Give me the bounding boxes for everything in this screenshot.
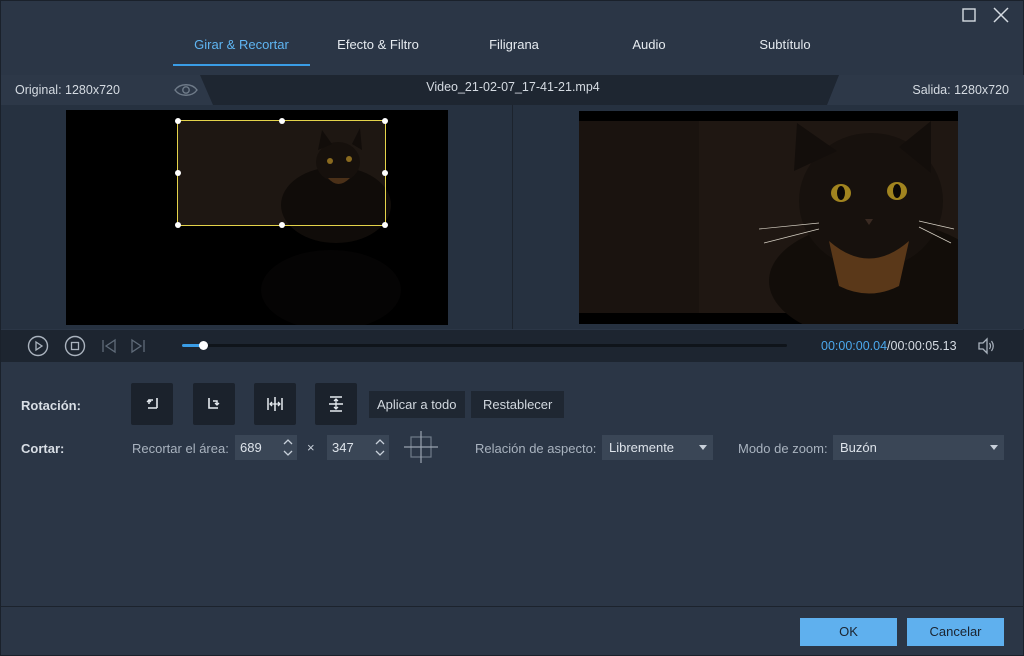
increment-icon[interactable] bbox=[283, 438, 293, 446]
seek-slider[interactable] bbox=[182, 341, 787, 350]
output-video-frame bbox=[579, 111, 958, 324]
aspect-ratio-value: Libremente bbox=[609, 440, 675, 455]
crop-height-value: 347 bbox=[332, 440, 354, 455]
current-time: 00:00:00.04 bbox=[821, 339, 888, 353]
rotate-left-icon bbox=[146, 398, 158, 409]
play-icon[interactable] bbox=[27, 335, 49, 357]
cancel-button[interactable]: Cancelar bbox=[907, 618, 1004, 646]
zoom-mode-value: Buzón bbox=[840, 440, 877, 455]
output-resolution: Salida: 1280x720 bbox=[912, 83, 1009, 97]
crop-height-stepper[interactable]: 347 bbox=[327, 435, 389, 460]
decrement-icon[interactable] bbox=[375, 449, 385, 457]
close-icon[interactable] bbox=[991, 5, 1011, 25]
rotation-label: Rotación: bbox=[21, 398, 81, 413]
volume-icon[interactable] bbox=[976, 336, 996, 356]
rotate-right-icon bbox=[208, 398, 220, 409]
time-display: 00:00:00.04/00:00:05.13 bbox=[821, 339, 957, 353]
rotate-right-button[interactable] bbox=[193, 383, 235, 425]
crop-handle[interactable] bbox=[382, 170, 388, 176]
tab-effect-filter[interactable]: Efecto & Filtro bbox=[319, 27, 437, 67]
crop-handle[interactable] bbox=[278, 222, 285, 228]
apply-to-all-button[interactable]: Aplicar a todo bbox=[369, 391, 465, 418]
tab-subtitle[interactable]: Subtítulo bbox=[743, 27, 827, 67]
center-crop-icon[interactable] bbox=[404, 431, 438, 463]
tab-rotate-crop[interactable]: Girar & Recortar bbox=[173, 27, 310, 67]
aspect-ratio-label: Relación de aspecto: bbox=[475, 441, 597, 456]
rotate-left-button[interactable] bbox=[131, 383, 173, 425]
times-sign: × bbox=[307, 440, 315, 455]
increment-icon[interactable] bbox=[375, 438, 385, 446]
crop-area-label: Recortar el área: bbox=[132, 441, 229, 456]
crop-selection-box[interactable] bbox=[175, 118, 388, 228]
crop-handle[interactable] bbox=[382, 118, 388, 124]
output-preview-pane bbox=[513, 105, 1024, 329]
reset-button[interactable]: Restablecer bbox=[471, 391, 565, 418]
seek-thumb[interactable] bbox=[198, 341, 208, 350]
stop-icon[interactable] bbox=[64, 335, 86, 357]
original-video-frame bbox=[66, 110, 448, 325]
info-bar: Original: 1280x720 Video_21-02-07_17-41-… bbox=[1, 75, 1024, 105]
flip-horizontal-button[interactable] bbox=[254, 383, 296, 425]
tab-audio[interactable]: Audio bbox=[613, 27, 685, 67]
tab-watermark[interactable]: Filigrana bbox=[471, 27, 557, 67]
chevron-down-icon bbox=[699, 445, 707, 450]
tab-bar: Girar & Recortar Efecto & Filtro Filigra… bbox=[1, 27, 1024, 67]
flip-vertical-button[interactable] bbox=[315, 383, 357, 425]
chevron-down-icon bbox=[990, 445, 998, 450]
crop-handle[interactable] bbox=[382, 222, 388, 228]
footer-divider bbox=[1, 606, 1024, 607]
file-name: Video_21-02-07_17-41-21.mp4 bbox=[426, 80, 600, 94]
crop-width-value: 689 bbox=[240, 440, 262, 455]
original-preview-pane bbox=[1, 105, 512, 329]
previous-frame-icon[interactable] bbox=[98, 335, 120, 357]
crop-handle[interactable] bbox=[175, 118, 181, 124]
cat-image bbox=[579, 111, 958, 324]
total-time: 00:00:05.13 bbox=[890, 339, 957, 353]
crop-label: Cortar: bbox=[21, 441, 65, 456]
crop-handle[interactable] bbox=[175, 222, 181, 228]
flip-vertical-icon bbox=[329, 396, 343, 412]
crop-width-stepper[interactable]: 689 bbox=[235, 435, 297, 460]
next-frame-icon[interactable] bbox=[127, 335, 149, 357]
flip-horizontal-icon bbox=[267, 397, 283, 411]
playback-bar: 00:00:00.04/00:00:05.13 bbox=[1, 330, 1024, 362]
decrement-icon[interactable] bbox=[283, 449, 293, 457]
maximize-icon[interactable] bbox=[959, 5, 979, 25]
zoom-mode-select[interactable]: Buzón bbox=[833, 435, 1004, 460]
crop-rotate-dialog: Girar & Recortar Efecto & Filtro Filigra… bbox=[0, 0, 1024, 656]
zoom-mode-label: Modo de zoom: bbox=[738, 441, 828, 456]
ok-button[interactable]: OK bbox=[800, 618, 897, 646]
crop-handle[interactable] bbox=[278, 118, 285, 124]
aspect-ratio-select[interactable]: Libremente bbox=[602, 435, 713, 460]
crop-handle[interactable] bbox=[175, 170, 181, 176]
